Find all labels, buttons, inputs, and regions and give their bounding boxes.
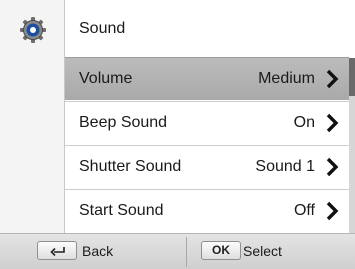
sound-settings-screen: Sound Volume Medium Beep Sound On Shutte… <box>0 0 355 269</box>
menu-item-value: Sound 1 <box>255 158 315 175</box>
menu-item-label: Volume <box>79 70 133 87</box>
footer-divider <box>186 237 187 267</box>
menu-item-label: Shutter Sound <box>79 158 182 175</box>
back-label: Back <box>82 243 114 259</box>
menu-item-shutter-sound[interactable]: Shutter Sound Sound 1 <box>65 145 349 188</box>
menu-item-start-sound[interactable]: Start Sound Off <box>65 189 349 232</box>
select-label: Select <box>243 243 282 259</box>
chevron-right-icon <box>326 113 339 133</box>
chevron-right-icon <box>326 201 339 221</box>
menu-item-value: On <box>293 114 315 131</box>
chevron-right-icon <box>326 157 339 177</box>
scrollbar-thumb[interactable] <box>349 58 355 96</box>
back-button[interactable] <box>37 241 77 260</box>
menu-title: Sound <box>79 20 126 37</box>
footer-bar: Back OK Select <box>0 233 355 269</box>
menu-item-value: Off <box>293 202 315 219</box>
ok-button[interactable]: OK <box>201 241 241 260</box>
menu-item-value: Medium <box>258 70 315 87</box>
menu-item-label: Start Sound <box>79 202 164 219</box>
chevron-right-icon <box>326 69 339 89</box>
return-arrow-icon <box>50 247 65 256</box>
menu-item-volume[interactable]: Volume Medium <box>65 57 349 100</box>
menu-item-beep-sound[interactable]: Beep Sound On <box>65 101 349 144</box>
menu-category-column <box>0 0 65 233</box>
settings-gear-icon <box>20 17 46 43</box>
menu-header: Sound <box>65 0 355 57</box>
menu-item-label: Beep Sound <box>79 114 168 131</box>
